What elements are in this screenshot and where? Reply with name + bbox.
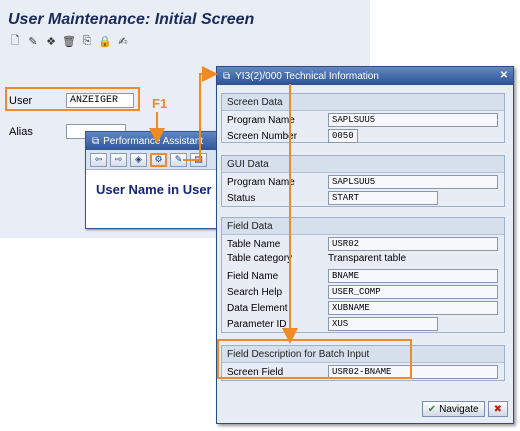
- close-icon[interactable]: ✕: [498, 70, 510, 82]
- window-icon: ⧉: [92, 135, 100, 147]
- f1-label: F1: [152, 96, 168, 111]
- settings-icon[interactable]: ▤: [190, 152, 207, 167]
- navigate-button[interactable]: ✔ Navigate: [421, 401, 485, 417]
- display-icon[interactable]: ❖: [44, 34, 58, 48]
- table-category-label: Table category: [227, 253, 293, 264]
- copy-icon[interactable]: ⎘: [80, 34, 94, 48]
- group-title: Field Data: [222, 218, 504, 235]
- alias-label: Alias: [9, 126, 33, 138]
- user-field-highlight: [5, 87, 140, 111]
- screen-data-group: Screen Data Program Name SAPLSUU5 Screen…: [221, 93, 505, 143]
- pa-title: Performance Assistant: [103, 135, 204, 147]
- table-category-value: Transparent table: [328, 253, 407, 264]
- edit-icon[interactable]: ✎: [26, 34, 40, 48]
- data-element-field: XUBNAME: [328, 301, 498, 315]
- data-element-label: Data Element: [227, 302, 288, 314]
- technical-information-dialog: ⧉ YI3(2)/000 Technical Information ✕ Scr…: [216, 66, 514, 424]
- screen-number-label: Screen Number: [227, 130, 298, 142]
- table-name-field: USR02: [328, 237, 498, 251]
- field-data-group: Field Data Table Name USR02 Table catego…: [221, 217, 505, 333]
- page-title: User Maintenance: Initial Screen: [8, 11, 255, 28]
- new-icon[interactable]: 🗋: [8, 34, 22, 48]
- book-icon[interactable]: ◈: [130, 152, 147, 167]
- field-name-field: BNAME: [328, 269, 498, 283]
- parameter-id-field: XUS: [328, 317, 438, 331]
- cancel-icon: ✖: [493, 403, 502, 415]
- back-icon[interactable]: ⇦: [90, 152, 107, 167]
- search-help-field: USER_COMP: [328, 285, 498, 299]
- status-label: Status: [227, 192, 256, 204]
- search-help-label: Search Help: [227, 286, 283, 298]
- forward-icon[interactable]: ⇨: [110, 152, 127, 167]
- program-name-label: Program Name: [227, 176, 295, 188]
- group-title: Screen Data: [222, 94, 504, 111]
- table-name-label: Table Name: [227, 238, 281, 250]
- group-title: GUI Data: [222, 156, 504, 173]
- batch-input-highlight: [217, 339, 412, 379]
- program-name-field: SAPLSUU5: [328, 113, 498, 127]
- parameter-id-label: Parameter ID: [227, 318, 287, 330]
- ti-title: YI3(2)/000 Technical Information: [235, 70, 379, 82]
- program-name-label: Program Name: [227, 114, 295, 126]
- navigate-label: Navigate: [439, 403, 479, 415]
- gui-data-group: GUI Data Program Name SAPLSUU5 Status ST…: [221, 155, 505, 207]
- status-field: START: [328, 191, 438, 205]
- ti-titlebar: ⧉ YI3(2)/000 Technical Information ✕: [217, 67, 513, 85]
- main-toolbar: 🗋 ✎ ❖ 🗑 ⎘ 🔒 ✍: [8, 34, 130, 48]
- lock-icon[interactable]: 🔒: [98, 34, 112, 48]
- change-password-icon[interactable]: ✍: [116, 34, 130, 48]
- technical-info-icon[interactable]: ⚙: [150, 152, 167, 167]
- cancel-button[interactable]: ✖: [487, 401, 508, 417]
- program-name-field: SAPLSUU5: [328, 175, 498, 189]
- delete-icon[interactable]: 🗑: [62, 34, 76, 48]
- checkmark-icon: ✔: [427, 403, 437, 415]
- screen-number-field: 0050: [328, 129, 358, 143]
- dialog-footer: ✔ Navigate ✖: [421, 401, 508, 417]
- field-name-label: Field Name: [227, 270, 279, 282]
- window-icon: ⧉: [223, 70, 231, 82]
- edit-doc-icon[interactable]: ✎: [170, 152, 187, 167]
